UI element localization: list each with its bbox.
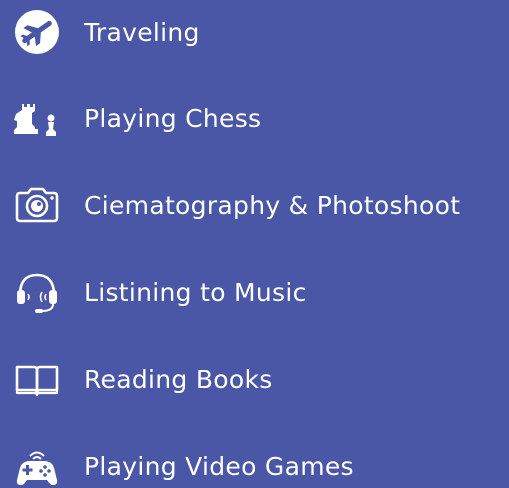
hobby-item-listening-music: Listining to Music [12, 270, 307, 314]
hobby-label-reading-books: Reading Books [84, 364, 273, 394]
headphones-icon [12, 270, 62, 314]
hobby-item-reading-books: Reading Books [12, 357, 273, 401]
hobby-item-cinematography: Ciematography & Photoshoot [12, 183, 460, 227]
hobby-label-video-games: Playing Video Games [84, 451, 354, 481]
camera-icon [12, 183, 62, 227]
hobby-item-playing-chess: Playing Chess [12, 96, 261, 140]
gamepad-icon [12, 444, 62, 488]
hobby-item-traveling: Traveling [12, 10, 200, 54]
hobby-label-listening-music: Listining to Music [84, 277, 307, 307]
hobby-label-playing-chess: Playing Chess [84, 103, 262, 133]
hobby-item-video-games: Playing Video Games [12, 444, 354, 488]
hobby-label-cinematography: Ciematography & Photoshoot [84, 190, 461, 220]
hobbies-list: Traveling Playing Chess Ciematography & … [0, 0, 509, 485]
hobby-label-traveling: Traveling [84, 17, 200, 47]
chess-icon [12, 96, 62, 140]
airplane-icon [12, 10, 62, 54]
book-icon [12, 357, 62, 401]
